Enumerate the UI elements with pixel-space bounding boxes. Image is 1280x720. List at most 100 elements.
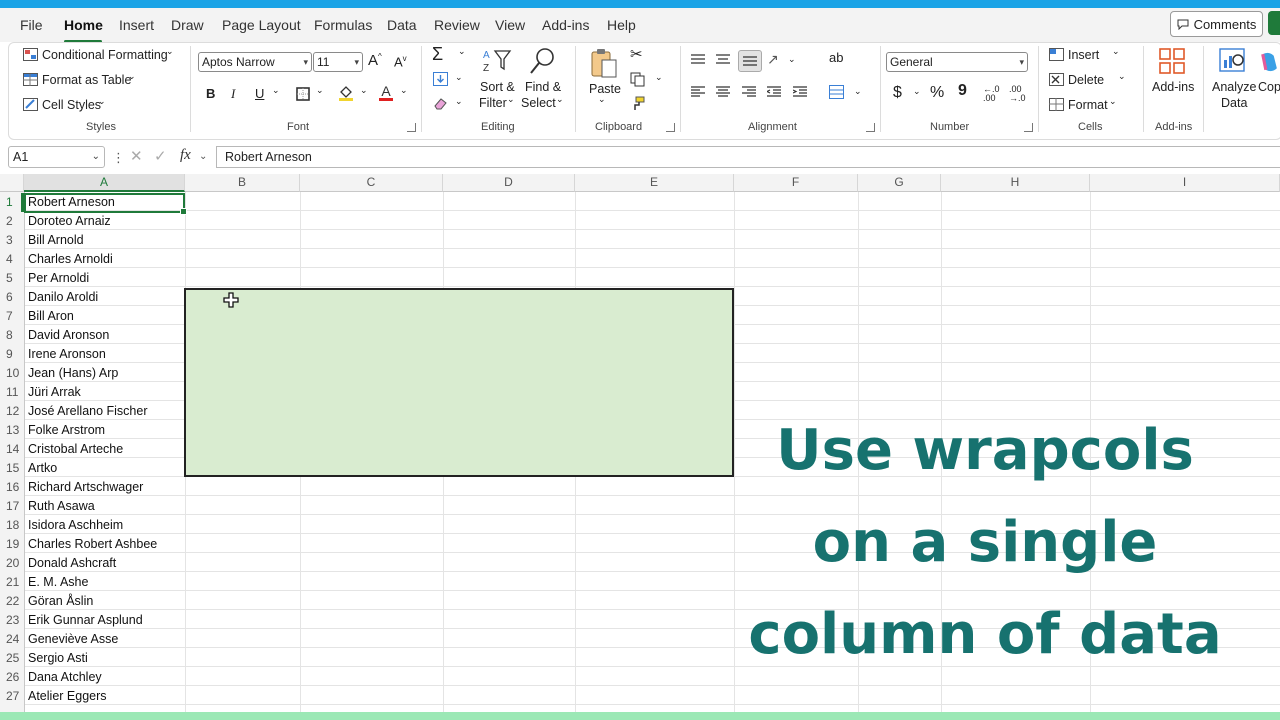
tab-home[interactable]: Home xyxy=(64,17,103,33)
cell-a23[interactable]: Erik Gunnar Asplund xyxy=(28,611,143,630)
insert-function-button[interactable]: fx xyxy=(180,147,191,164)
clear-eraser-icon[interactable] xyxy=(432,96,448,110)
format-cells-button[interactable]: Format xyxy=(1068,98,1108,112)
tab-file[interactable]: File xyxy=(20,17,43,33)
column-header-e[interactable]: E xyxy=(575,174,734,192)
font-color-icon[interactable]: A xyxy=(378,82,394,102)
cell-a9[interactable]: Irene Aronson xyxy=(28,345,106,364)
row-header[interactable]: 20 xyxy=(0,554,23,573)
cell-a26[interactable]: Dana Atchley xyxy=(28,668,102,687)
row-header[interactable]: 6 xyxy=(0,288,23,307)
cell-a15[interactable]: Artko xyxy=(28,459,57,478)
column-header-a[interactable]: A xyxy=(24,174,185,192)
add-ins-button[interactable]: Add-ins xyxy=(1152,80,1194,94)
increase-indent-icon[interactable] xyxy=(793,86,807,98)
number-format-select[interactable]: General ▾ xyxy=(886,52,1028,72)
row-header[interactable]: 26 xyxy=(0,668,23,687)
highlighted-output-range[interactable] xyxy=(184,288,734,477)
column-header-i[interactable]: I xyxy=(1090,174,1280,192)
cell-a11[interactable]: Jüri Arrak xyxy=(28,383,81,402)
font-dialog-launcher-icon[interactable] xyxy=(407,123,416,132)
decrease-decimal-icon[interactable]: .00 →.0 xyxy=(1009,85,1026,103)
column-header-f[interactable]: F xyxy=(734,174,858,192)
cell-a19[interactable]: Charles Robert Ashbee xyxy=(28,535,157,554)
cell-a22[interactable]: Göran Åslin xyxy=(28,592,93,611)
tab-add-ins[interactable]: Add-ins xyxy=(542,17,589,33)
cell-a20[interactable]: Donald Ashcraft xyxy=(28,554,116,573)
align-bottom-button[interactable] xyxy=(738,50,762,72)
align-top-icon[interactable] xyxy=(691,54,705,64)
column-header-h[interactable]: H xyxy=(941,174,1090,192)
percent-style-button[interactable]: % xyxy=(930,84,944,102)
tab-review[interactable]: Review xyxy=(434,17,480,33)
row-header[interactable]: 15 xyxy=(0,459,23,478)
cell-a13[interactable]: Folke Arstrom xyxy=(28,421,105,440)
cell-a14[interactable]: Cristobal Arteche xyxy=(28,440,123,459)
column-header-g[interactable]: G xyxy=(858,174,941,192)
alignment-dialog-launcher-icon[interactable] xyxy=(866,123,875,132)
row-header[interactable]: 9 xyxy=(0,345,23,364)
row-header[interactable]: 12 xyxy=(0,402,23,421)
bold-button[interactable]: B xyxy=(206,86,215,101)
row-header[interactable]: 22 xyxy=(0,592,23,611)
tab-data[interactable]: Data xyxy=(387,17,417,33)
row-header[interactable]: 2 xyxy=(0,212,23,231)
find-select-button[interactable]: Find & xyxy=(525,80,561,94)
insert-cells-button[interactable]: Insert xyxy=(1068,48,1099,62)
cell-styles-button[interactable]: Cell Styles xyxy=(42,98,101,112)
tab-help[interactable]: Help xyxy=(607,17,636,33)
row-header[interactable]: 18 xyxy=(0,516,23,535)
row-header[interactable]: 24 xyxy=(0,630,23,649)
analyze-data-button[interactable]: Analyze xyxy=(1212,80,1256,94)
tab-insert[interactable]: Insert xyxy=(119,17,154,33)
clipboard-dialog-launcher-icon[interactable] xyxy=(666,123,675,132)
number-dialog-launcher-icon[interactable] xyxy=(1024,123,1033,132)
cancel-entry-icon[interactable]: ✕ xyxy=(130,147,143,165)
cell-a12[interactable]: José Arellano Fischer xyxy=(28,402,148,421)
cell-a27[interactable]: Atelier Eggers xyxy=(28,687,107,706)
tab-page-layout[interactable]: Page Layout xyxy=(222,17,301,33)
italic-button[interactable]: I xyxy=(231,86,235,102)
select-all-corner[interactable] xyxy=(0,174,24,192)
cell-a17[interactable]: Ruth Asawa xyxy=(28,497,95,516)
row-header[interactable]: 16 xyxy=(0,478,23,497)
align-right-icon[interactable] xyxy=(742,86,756,98)
sort-filter-button[interactable]: Sort & xyxy=(480,80,515,94)
column-header-c[interactable]: C xyxy=(300,174,443,192)
row-header[interactable]: 7 xyxy=(0,307,23,326)
decrease-font-size-button[interactable]: Av xyxy=(394,54,407,69)
font-size-select[interactable]: 11 ▾ xyxy=(313,52,363,72)
sort-filter-button-line2[interactable]: Filter xyxy=(479,96,507,110)
tab-view[interactable]: View xyxy=(495,17,525,33)
align-middle-icon[interactable] xyxy=(716,54,730,64)
row-header[interactable]: 19 xyxy=(0,535,23,554)
decrease-indent-icon[interactable] xyxy=(767,86,781,98)
fill-color-icon[interactable] xyxy=(338,84,354,102)
fill-down-icon[interactable] xyxy=(432,72,448,86)
cell-a5[interactable]: Per Arnoldi xyxy=(28,269,89,288)
cell-a25[interactable]: Sergio Asti xyxy=(28,649,88,668)
find-select-button-line2[interactable]: Select xyxy=(521,96,556,110)
currency-format-button[interactable]: $ xyxy=(893,84,902,102)
row-header[interactable]: 17 xyxy=(0,497,23,516)
increase-decimal-icon[interactable]: ←.0.00 xyxy=(983,85,1000,103)
formula-input[interactable]: Robert Arneson xyxy=(216,146,1280,168)
analyze-data-button-line2[interactable]: Data xyxy=(1221,96,1247,110)
increase-font-size-button[interactable]: A^ xyxy=(368,52,382,69)
format-painter-icon[interactable] xyxy=(629,95,645,111)
underline-button[interactable]: U xyxy=(255,86,264,101)
row-header[interactable]: 13 xyxy=(0,421,23,440)
cell-a18[interactable]: Isidora Aschheim xyxy=(28,516,123,535)
cell-a4[interactable]: Charles Arnoldi xyxy=(28,250,113,269)
cell-a21[interactable]: E. M. Ashe xyxy=(28,573,88,592)
row-header[interactable]: 8 xyxy=(0,326,23,345)
orientation-icon[interactable]: ↗ xyxy=(767,51,779,68)
row-header[interactable]: 3 xyxy=(0,231,23,250)
format-as-table-button[interactable]: Format as Table xyxy=(42,73,131,87)
cell-a6[interactable]: Danilo Aroldi xyxy=(28,288,98,307)
conditional-formatting-button[interactable]: Conditional Formatting xyxy=(42,48,168,62)
merge-center-icon[interactable] xyxy=(828,84,844,100)
font-name-select[interactable]: Aptos Narrow ▾ xyxy=(198,52,312,72)
row-header[interactable]: 25 xyxy=(0,649,23,668)
autosum-icon[interactable]: Σ xyxy=(432,44,443,65)
